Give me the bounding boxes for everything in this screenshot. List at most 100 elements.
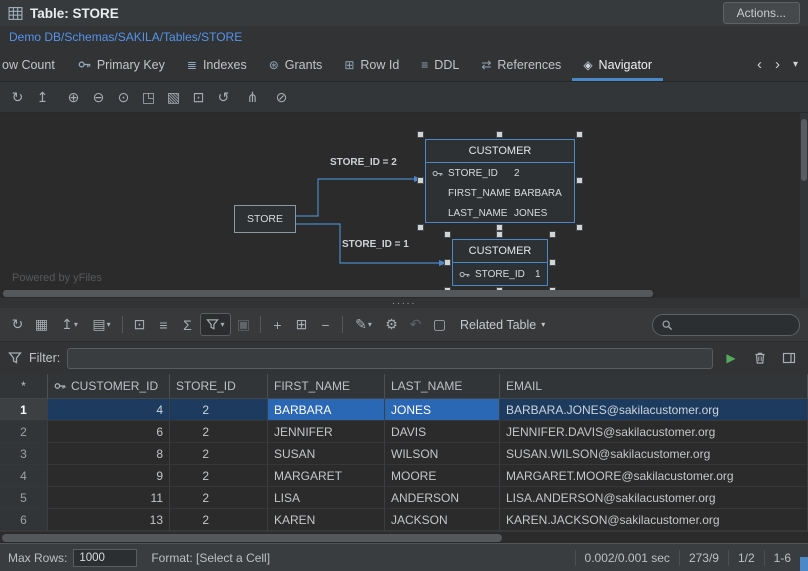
grid-cell[interactable]: ANDERSON xyxy=(385,487,500,509)
grid-cell[interactable]: JENNIFER xyxy=(268,421,385,443)
related-table-dropdown[interactable]: Related Table ▾ xyxy=(452,313,553,337)
format-label[interactable]: Format: [Select a Cell] xyxy=(151,551,270,565)
column-header-first-name[interactable]: FIRST_NAME xyxy=(268,374,385,399)
grid-cell-selected[interactable]: BARBARA xyxy=(268,399,385,421)
tabs-scroll-right-button[interactable]: › xyxy=(769,53,786,77)
row-list-view-button[interactable]: ≡ xyxy=(152,313,175,336)
diagram-node-store[interactable]: STORE xyxy=(234,205,296,233)
export-diagram-button[interactable]: ↥ xyxy=(31,86,54,109)
row-number[interactable]: 5 xyxy=(0,487,48,509)
tab-primary-key[interactable]: Primary Key xyxy=(67,48,176,81)
grid-cell[interactable]: 9 xyxy=(48,465,170,487)
selection-handle[interactable] xyxy=(417,131,424,138)
grid-cell[interactable]: MOORE xyxy=(385,465,500,487)
zoom-selection-button[interactable]: ▧ xyxy=(162,86,185,109)
grid-cell[interactable]: SUSAN xyxy=(268,443,385,465)
tab-row-count[interactable]: ow Count xyxy=(0,48,67,81)
grid-cell[interactable]: MARGARET xyxy=(268,465,385,487)
edit-menu-button[interactable]: ✎ ▾ xyxy=(348,313,379,336)
relayout-button[interactable]: ↺ xyxy=(212,86,235,109)
selection-handle[interactable] xyxy=(576,224,583,231)
duplicate-row-button[interactable]: ⊞ xyxy=(290,313,313,336)
selection-handle[interactable] xyxy=(444,231,451,238)
filter-panel-button[interactable] xyxy=(778,347,800,369)
tab-row-id[interactable]: ⊞ Row Id xyxy=(333,48,410,81)
grid-cell[interactable]: 2 xyxy=(170,509,268,531)
diagram-node-customer[interactable]: CUSTOMER STORE_ID 1 xyxy=(452,239,548,286)
selection-handle[interactable] xyxy=(576,177,583,184)
column-header-email[interactable]: EMAIL xyxy=(500,374,808,399)
grid-cell[interactable]: LISA xyxy=(268,487,385,509)
file-menu-button[interactable]: ▤ ▾ xyxy=(86,313,117,336)
grid-cell[interactable]: 2 xyxy=(170,421,268,443)
delete-row-button[interactable]: − xyxy=(314,313,337,336)
refresh-diagram-button[interactable]: ↻ xyxy=(6,86,29,109)
grid-cell[interactable]: 4 xyxy=(48,399,170,421)
grid-cell[interactable]: 2 xyxy=(170,465,268,487)
fit-to-window-button[interactable]: ◳ xyxy=(137,86,160,109)
row-number[interactable]: 3 xyxy=(0,443,48,465)
grid-cell[interactable]: JENNIFER.DAVIS@sakilacustomer.org xyxy=(500,421,808,443)
diagram-horizontal-scrollbar[interactable] xyxy=(0,290,798,297)
scrollbar-thumb[interactable] xyxy=(3,290,653,297)
grid-horizontal-scrollbar[interactable] xyxy=(0,531,808,543)
selection-handle[interactable] xyxy=(549,231,556,238)
selection-handle[interactable] xyxy=(549,258,556,266)
scrollbar-thumb[interactable] xyxy=(801,119,807,181)
pane-splitter[interactable]: ····· xyxy=(0,298,808,309)
open-in-window-button[interactable]: ⊡ xyxy=(187,86,210,109)
save-edits-button[interactable]: ▣ xyxy=(232,313,255,336)
selection-handle[interactable] xyxy=(496,131,503,138)
commit-mode-button[interactable]: ⚙ xyxy=(380,313,403,336)
row-number[interactable]: 1 xyxy=(0,399,48,421)
column-header-customer-id[interactable]: CUSTOMER_ID xyxy=(48,374,170,399)
tabs-scroll-left-button[interactable]: ‹ xyxy=(751,53,768,77)
zoom-actual-size-button[interactable]: ⊙ xyxy=(112,86,135,109)
actions-button[interactable]: Actions... xyxy=(722,2,800,24)
tab-references[interactable]: ⇄ References xyxy=(470,48,572,81)
column-header-last-name[interactable]: LAST_NAME xyxy=(385,374,500,399)
aggregate-button[interactable]: Σ xyxy=(176,313,199,336)
selection-handle[interactable] xyxy=(444,258,451,266)
grid-cell[interactable]: JACKSON xyxy=(385,509,500,531)
scrollbar-thumb[interactable] xyxy=(2,534,502,542)
diagram-vertical-scrollbar[interactable] xyxy=(800,113,808,298)
grid-cell[interactable]: 6 xyxy=(48,421,170,443)
selection-handle[interactable] xyxy=(417,224,424,231)
diagram-node-customer[interactable]: CUSTOMER STORE_ID 2 FIRST_NAME BARBARA L… xyxy=(425,139,575,223)
zoom-out-button[interactable]: ⊖ xyxy=(87,86,110,109)
filter-menu-button[interactable]: ▾ xyxy=(200,313,231,336)
grid-cell[interactable]: WILSON xyxy=(385,443,500,465)
overview-toggle-button[interactable]: ⊘ xyxy=(270,86,293,109)
search-box[interactable] xyxy=(652,313,800,336)
column-header-store-id[interactable]: STORE_ID xyxy=(170,374,268,399)
grid-corner[interactable]: * xyxy=(0,374,48,399)
grid-cell[interactable]: MARGARET.MOORE@sakilacustomer.org xyxy=(500,465,808,487)
add-row-button[interactable]: + xyxy=(266,313,289,336)
tabs-menu-button[interactable]: ▾ xyxy=(787,53,804,77)
grid-cell[interactable]: KAREN xyxy=(268,509,385,531)
selection-handle[interactable] xyxy=(496,231,503,238)
selection-handle[interactable] xyxy=(417,177,424,184)
selection-handle[interactable] xyxy=(496,224,503,231)
grid-cell[interactable]: 2 xyxy=(170,399,268,421)
search-input[interactable] xyxy=(679,316,791,333)
selection-handle[interactable] xyxy=(576,131,583,138)
tab-navigator[interactable]: ◈ Navigator xyxy=(572,48,663,81)
grid-cell[interactable]: KAREN.JACKSON@sakilacustomer.org xyxy=(500,509,808,531)
apply-filter-button[interactable]: ▶ xyxy=(720,347,742,369)
grid-cell[interactable]: BARBARA.JONES@sakilacustomer.org xyxy=(500,399,808,421)
tab-indexes[interactable]: ≣ Indexes xyxy=(176,48,258,81)
filter-input[interactable] xyxy=(67,347,713,369)
grid-cell[interactable]: 2 xyxy=(170,443,268,465)
grid-cell[interactable]: 8 xyxy=(48,443,170,465)
grid-cell-selected[interactable]: JONES xyxy=(385,399,500,421)
edge-routing-button[interactable]: ⋔ xyxy=(241,86,264,109)
max-rows-input[interactable] xyxy=(73,548,138,567)
row-number[interactable]: 2 xyxy=(0,421,48,443)
undo-button[interactable]: ↶ xyxy=(404,313,427,336)
export-results-button[interactable]: ↥ ▾ xyxy=(54,313,85,336)
grid-cell[interactable]: 13 xyxy=(48,509,170,531)
tab-grants[interactable]: ⊛ Grants xyxy=(258,48,334,81)
grid-cell[interactable]: SUSAN.WILSON@sakilacustomer.org xyxy=(500,443,808,465)
